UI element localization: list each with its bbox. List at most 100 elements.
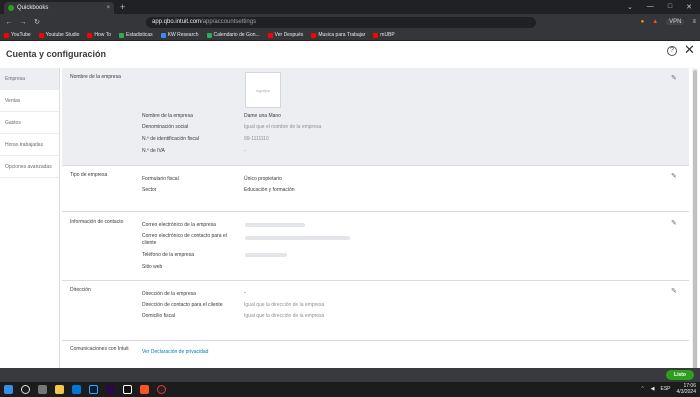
- customer-address-value: Igual que la dirección de la empresa: [244, 302, 325, 308]
- section-company-name[interactable]: Nombre de la empresa ✎ logotipo Nombre d…: [62, 68, 689, 166]
- industry-value: Educación y formación: [244, 187, 295, 193]
- bookmark-item[interactable]: Musica para Trabajar: [311, 32, 365, 38]
- chevron-up-icon[interactable]: ⌃: [640, 386, 644, 392]
- premiere-icon[interactable]: [106, 385, 115, 394]
- redacted-email: [245, 223, 305, 227]
- row-label: Correo electrónico de contacto para el c…: [142, 233, 227, 246]
- redacted-customer-email: [245, 236, 350, 240]
- extension-icon[interactable]: ●: [641, 19, 645, 25]
- clock[interactable]: 17:06 4/3/2024: [677, 383, 696, 395]
- browser-tab-quickbooks[interactable]: Quickbooks ×: [4, 2, 114, 14]
- tab-search-icon[interactable]: ⌄: [627, 3, 633, 11]
- docs-icon: [160, 32, 166, 38]
- vpn-button[interactable]: VPN: [666, 19, 685, 25]
- outlook-icon[interactable]: [72, 385, 81, 394]
- edit-pencil-icon[interactable]: ✎: [671, 219, 679, 227]
- window-controls: ⌄ — □ ✕: [627, 3, 700, 11]
- edit-pencil-icon[interactable]: ✎: [671, 287, 679, 295]
- section-title: Nombre de la empresa: [70, 74, 121, 80]
- window-close-button[interactable]: ✕: [686, 3, 692, 11]
- settings-content: Nombre de la empresa ✎ logotipo Nombre d…: [62, 68, 689, 382]
- sidebar-item-gastos[interactable]: Gastos: [0, 112, 59, 134]
- browser-toolbar: ← → ↻ app.qbo.intuit.com /app/accountset…: [0, 14, 700, 30]
- app-icon[interactable]: [157, 385, 166, 394]
- sheets-icon: [119, 32, 124, 38]
- task-view-icon[interactable]: [38, 385, 47, 394]
- bookmark-item[interactable]: Estadisticas: [119, 32, 153, 38]
- windows-taskbar: ⌃ ◀ ESP 17:06 4/3/2024: [0, 382, 700, 397]
- windows-start-icon[interactable]: [4, 385, 13, 394]
- row-label: Dirección de contacto para el cliente: [142, 302, 223, 308]
- reload-icon[interactable]: ↻: [32, 18, 42, 26]
- company-name-value: Dame una Mano: [244, 113, 281, 119]
- new-tab-button[interactable]: +: [120, 2, 125, 12]
- bookmark-item[interactable]: Calendario de Gon...: [206, 32, 260, 38]
- tax-form-value: Único propietario: [244, 176, 282, 182]
- row-label: Dirección de la empresa: [142, 291, 196, 297]
- quickbooks-favicon-icon: [8, 5, 14, 11]
- maximize-button[interactable]: □: [668, 3, 672, 11]
- done-button[interactable]: Listo: [666, 370, 694, 380]
- bookmark-item[interactable]: Ver Después: [267, 32, 303, 38]
- bookmark-item[interactable]: mUBP: [373, 32, 395, 38]
- bookmarks-bar: YouTube Youtube Studio How To Estadistic…: [0, 30, 700, 41]
- sheets-icon: [206, 32, 212, 38]
- row-label: Correo electrónico de la empresa: [142, 222, 216, 228]
- edit-pencil-icon[interactable]: ✎: [671, 74, 679, 82]
- brave-shield-icon[interactable]: ▲: [652, 19, 658, 25]
- system-tray: ⌃ ◀ ESP 17:06 4/3/2024: [640, 383, 696, 395]
- capcut-icon[interactable]: [123, 385, 132, 394]
- section-company-type[interactable]: Tipo de empresa ✎ Formulario fiscal Únic…: [62, 166, 689, 212]
- scrollbar[interactable]: [692, 68, 698, 382]
- minimize-button[interactable]: —: [647, 3, 654, 11]
- help-icon[interactable]: ?: [667, 46, 677, 56]
- close-icon[interactable]: ✕: [684, 42, 695, 58]
- bookmark-item[interactable]: How To: [87, 32, 111, 38]
- url-path: /app/accountsettings: [201, 19, 257, 25]
- address-bar[interactable]: app.qbo.intuit.com /app/accountsettings: [146, 16, 536, 28]
- youtube-icon: [311, 32, 317, 38]
- tax-id-value: 99-1111110: [244, 136, 269, 142]
- row-label: N.º de identificación fiscal: [142, 136, 199, 142]
- row-label: Sector: [142, 187, 157, 193]
- youtube-icon: [87, 32, 93, 38]
- company-logo-placeholder[interactable]: logotipo: [245, 72, 281, 108]
- sidebar-item-horas-trabajadas[interactable]: Horas trabajadas: [0, 134, 59, 156]
- youtube-icon: [4, 32, 9, 38]
- section-contact-info[interactable]: Información de contacto ✎ Correo electró…: [62, 212, 689, 281]
- row-label: Formulario fiscal: [142, 176, 179, 182]
- section-title: Dirección: [70, 287, 91, 293]
- edit-pencil-icon[interactable]: ✎: [671, 172, 679, 180]
- forward-icon[interactable]: →: [18, 19, 28, 26]
- bookmark-item[interactable]: YouTube: [4, 32, 31, 38]
- sidebar-item-empresa[interactable]: Empresa: [0, 68, 59, 90]
- search-icon[interactable]: [21, 385, 30, 394]
- speaker-icon[interactable]: ◀: [651, 386, 655, 392]
- tab-close-icon[interactable]: ×: [106, 5, 110, 11]
- sidebar-item-opciones-avanzadas[interactable]: Opciones avanzadas: [0, 156, 59, 178]
- youtube-icon: [267, 32, 273, 38]
- file-explorer-icon[interactable]: [55, 385, 64, 394]
- privacy-statement-link[interactable]: Ver Declaración de privacidad: [142, 349, 208, 356]
- photoshop-icon[interactable]: [89, 385, 98, 394]
- footer-bar: Listo: [0, 368, 700, 382]
- legal-name-value: Igual que el nombre de la empresa: [244, 124, 322, 130]
- menu-icon[interactable]: ≡: [692, 19, 696, 25]
- fiscal-address-value: Igual que la dirección de la empresa: [244, 313, 325, 319]
- settings-sidebar: Empresa Ventas Gastos Horas trabajadas O…: [0, 68, 60, 382]
- language-indicator[interactable]: ESP: [661, 386, 671, 392]
- toolbar-right: ● ▲ VPN ≡: [641, 19, 696, 25]
- redacted-phone: [245, 253, 287, 257]
- back-icon[interactable]: ←: [4, 19, 14, 26]
- bookmark-item[interactable]: KW Research: [160, 32, 199, 38]
- youtube-icon: [38, 32, 44, 38]
- row-label: Denominación social: [142, 124, 189, 130]
- page-title: Cuenta y configuración: [6, 49, 107, 59]
- row-label: N.º de IVA: [142, 148, 165, 154]
- row-label: Domicilio fiscal: [142, 313, 176, 319]
- brave-icon[interactable]: [140, 385, 149, 394]
- bookmark-item[interactable]: Youtube Studio: [38, 32, 79, 38]
- section-address[interactable]: Dirección ✎ Dirección de la empresa - Di…: [62, 281, 689, 341]
- scrollbar-thumb[interactable]: [693, 70, 697, 370]
- sidebar-item-ventas[interactable]: Ventas: [0, 90, 59, 112]
